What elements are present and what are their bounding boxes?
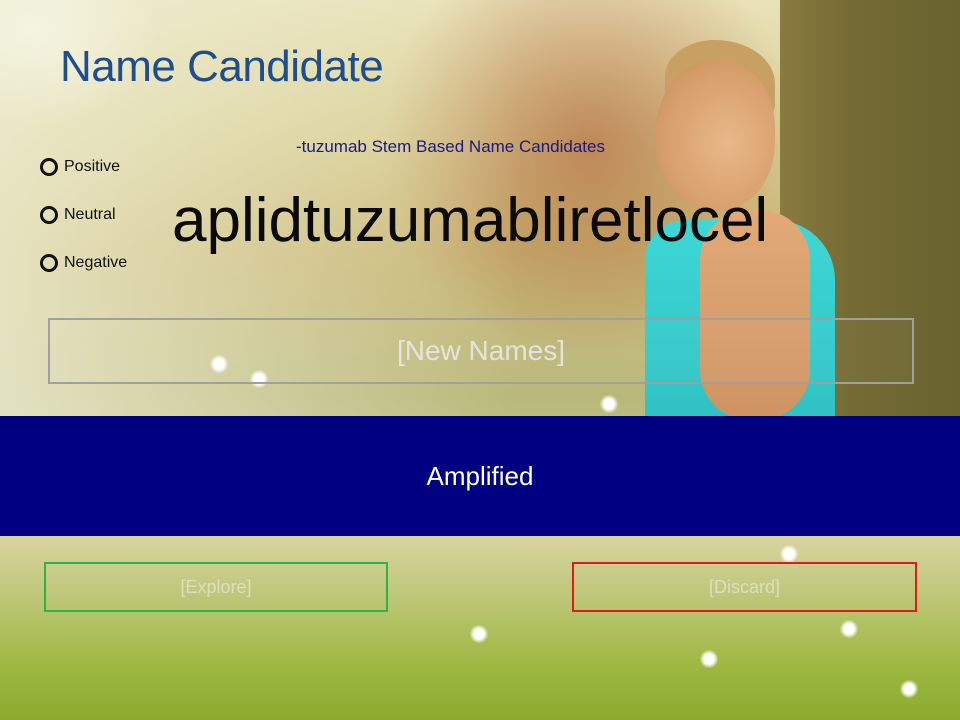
- stem-subtitle: -tuzumab Stem Based Name Candidates: [296, 137, 605, 156]
- radio-circle-icon[interactable]: [40, 254, 58, 272]
- explore-button[interactable]: [Explore]: [44, 562, 388, 612]
- radio-label: Neutral: [64, 206, 116, 223]
- discard-button[interactable]: [Discard]: [572, 562, 917, 612]
- candidate-name: aplidtuzumabliretlocel: [172, 186, 769, 255]
- flower: [700, 650, 718, 668]
- radio-label: Negative: [64, 254, 128, 271]
- sentiment-radio-group: Positive Neutral Negative: [40, 143, 127, 287]
- radio-positive[interactable]: Positive: [40, 143, 127, 191]
- new-names-button[interactable]: [New Names]: [48, 318, 914, 384]
- flower: [600, 395, 618, 413]
- radio-neutral[interactable]: Neutral: [40, 191, 127, 239]
- radio-negative[interactable]: Negative: [40, 239, 127, 287]
- flower: [840, 620, 858, 638]
- flower: [780, 545, 798, 563]
- status-banner: Amplified: [0, 416, 960, 536]
- radio-circle-icon[interactable]: [40, 158, 58, 176]
- radio-circle-icon[interactable]: [40, 206, 58, 224]
- flower: [470, 625, 488, 643]
- page-title: Name Candidate: [60, 42, 384, 91]
- flower: [900, 680, 918, 698]
- banner-text: Amplified: [426, 460, 534, 491]
- radio-label: Positive: [64, 158, 121, 175]
